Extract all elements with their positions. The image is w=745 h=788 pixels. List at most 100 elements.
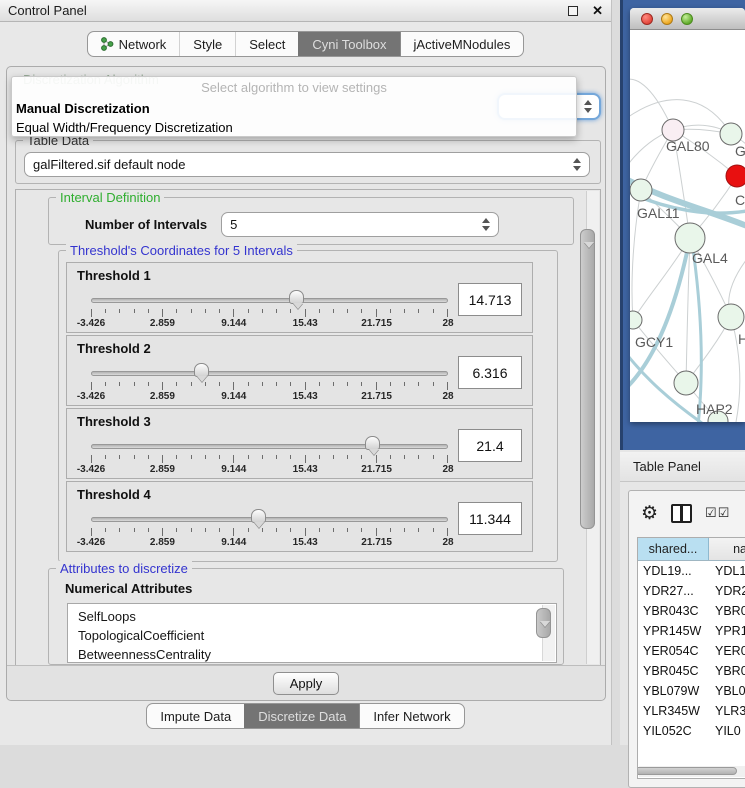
cell-name[interactable]: YDL1	[709, 561, 745, 581]
cell-name[interactable]: YIL0	[709, 721, 745, 741]
cell-shared-name[interactable]: YBR045C	[638, 661, 709, 681]
tick-mark	[119, 309, 120, 313]
network-node[interactable]	[720, 123, 742, 145]
tick-mark	[148, 309, 149, 313]
attributes-list-scrollbar[interactable]	[542, 605, 555, 661]
table-row[interactable]: YLR345WYLR3	[638, 701, 745, 721]
slider-track[interactable]	[91, 371, 448, 376]
gear-icon[interactable]: ⚙	[641, 504, 658, 523]
scrollbar-thumb[interactable]	[536, 608, 551, 638]
slider-track[interactable]	[91, 298, 448, 303]
apply-button[interactable]: Apply	[273, 672, 339, 695]
column-header-name[interactable]: na	[709, 538, 745, 560]
cell-name[interactable]: YLR3	[709, 701, 745, 721]
threshold-value-field[interactable]: 14.713	[458, 283, 522, 316]
table-horizontal-scrollbar[interactable]	[639, 766, 745, 777]
zoom-traffic-light-icon[interactable]	[681, 13, 693, 25]
algorithm-option-equal-width[interactable]: Equal Width/Frequency Discretization	[12, 118, 576, 137]
column-header-shared-name[interactable]: shared...	[638, 538, 709, 560]
main-panel-scrollbar[interactable]	[586, 191, 599, 664]
network-node[interactable]	[630, 311, 642, 329]
threshold-slider[interactable]: -3.4262.8599.14415.4321.71528	[91, 433, 448, 477]
tab-cyni-toolbox[interactable]: Cyni Toolbox	[298, 32, 399, 56]
table-row[interactable]: YDL19...YDL1	[638, 561, 745, 581]
number-of-intervals-combobox[interactable]: 5	[221, 212, 499, 237]
network-node[interactable]	[675, 223, 705, 253]
table-row[interactable]: YDR27...YDR2	[638, 581, 745, 601]
tab-style[interactable]: Style	[179, 32, 235, 56]
cell-shared-name[interactable]: YDL19...	[638, 561, 709, 581]
float-window-icon[interactable]	[568, 6, 578, 16]
table-row[interactable]: YBR043CYBR0	[638, 601, 745, 621]
network-edge-thick[interactable]	[692, 242, 701, 422]
scrollbar-thumb[interactable]	[637, 767, 737, 775]
tab-infer-network[interactable]: Infer Network	[359, 704, 463, 728]
slider-thumb-icon[interactable]	[365, 436, 380, 450]
combo-arrows-icon	[482, 218, 490, 231]
network-node[interactable]	[726, 165, 745, 187]
tab-network[interactable]: Network	[88, 32, 180, 56]
cell-name[interactable]: YBR0	[709, 661, 745, 681]
slider-track[interactable]	[91, 444, 448, 449]
cell-shared-name[interactable]: YDR27...	[638, 581, 709, 601]
cell-name[interactable]: YBL0	[709, 681, 745, 701]
cell-name[interactable]: YBR0	[709, 601, 745, 621]
minimize-traffic-light-icon[interactable]	[661, 13, 673, 25]
table-row[interactable]: YER054CYER0	[638, 641, 745, 661]
cell-shared-name[interactable]: YLR345W	[638, 701, 709, 721]
threshold-slider[interactable]: -3.4262.8599.14415.4321.71528	[91, 287, 448, 331]
interval-row: Number of Intervals 5	[85, 211, 563, 237]
threshold-panel: Threshold 4 -3.4262.8599.14415.4321.7152…	[66, 481, 533, 552]
cell-shared-name[interactable]: YBR043C	[638, 601, 709, 621]
threshold-slider[interactable]: -3.4262.8599.14415.4321.71528	[91, 360, 448, 404]
network-canvas[interactable]: GAL80GACGAL11GAL4GCY1HHAP2	[630, 30, 745, 422]
tab-discretize-data-label: Discretize Data	[258, 709, 346, 724]
scrollbar-thumb[interactable]	[580, 229, 595, 529]
cell-shared-name[interactable]: YIL052C	[638, 721, 709, 741]
threshold-value-field[interactable]: 21.4	[458, 429, 522, 462]
table-row[interactable]: YIL052CYIL0	[638, 721, 745, 741]
list-item[interactable]: TopologicalCoefficient	[78, 626, 556, 645]
threshold-slider[interactable]: -3.4262.8599.14415.4321.71528	[91, 506, 448, 550]
numerical-attributes-list[interactable]: SelfLoopsTopologicalCoefficientBetweenne…	[67, 603, 557, 663]
tab-discretize-data[interactable]: Discretize Data	[244, 704, 359, 728]
algorithm-option-manual[interactable]: Manual Discretization	[12, 99, 576, 118]
tab-impute-data[interactable]: Impute Data	[147, 704, 244, 728]
slider-thumb-icon[interactable]	[251, 509, 266, 523]
tab-jactivemnodules[interactable]: jActiveMNodules	[400, 32, 524, 56]
cell-shared-name[interactable]: YER054C	[638, 641, 709, 661]
close-icon[interactable]: ✕	[592, 6, 603, 16]
list-item[interactable]: BetweennessCentrality	[78, 645, 556, 663]
cell-name[interactable]: YDR2	[709, 581, 745, 601]
table-row[interactable]: YBL079WYBL0	[638, 681, 745, 701]
slider-thumb-icon[interactable]	[194, 363, 209, 377]
threshold-value-field[interactable]: 11.344	[458, 502, 522, 535]
table-data-combobox[interactable]: galFiltered.sif default node	[24, 152, 590, 177]
tick-mark	[276, 382, 277, 386]
split-view-icon[interactable]	[671, 504, 692, 523]
slider-thumb-icon[interactable]	[289, 290, 304, 304]
cell-shared-name[interactable]: YBL079W	[638, 681, 709, 701]
cell-shared-name[interactable]: YPR145W	[638, 621, 709, 641]
threshold-value-field[interactable]: 6.316	[458, 356, 522, 389]
tick-label: 2.859	[150, 391, 175, 402]
cell-name[interactable]: YER0	[709, 641, 745, 661]
slider-ticks	[91, 382, 448, 390]
network-node-label: H	[738, 331, 745, 347]
network-svg: GAL80GACGAL11GAL4GCY1HHAP2	[630, 30, 745, 422]
cell-name[interactable]: YPR1	[709, 621, 745, 641]
table-row[interactable]: YPR145WYPR1	[638, 621, 745, 641]
select-columns-icon[interactable]: ☑☑	[705, 505, 730, 521]
list-item[interactable]: SelfLoops	[78, 607, 556, 626]
tick-mark	[390, 309, 391, 313]
network-node[interactable]	[630, 179, 652, 201]
network-window[interactable]: GAL80GACGAL11GAL4GCY1HHAP2	[630, 8, 745, 422]
slider-track[interactable]	[91, 517, 448, 522]
network-node[interactable]	[674, 371, 698, 395]
tick-mark	[148, 455, 149, 459]
network-node[interactable]	[718, 304, 744, 330]
close-traffic-light-icon[interactable]	[641, 13, 653, 25]
tick-mark	[276, 528, 277, 532]
table-row[interactable]: YBR045CYBR0	[638, 661, 745, 681]
tab-select[interactable]: Select	[235, 32, 298, 56]
